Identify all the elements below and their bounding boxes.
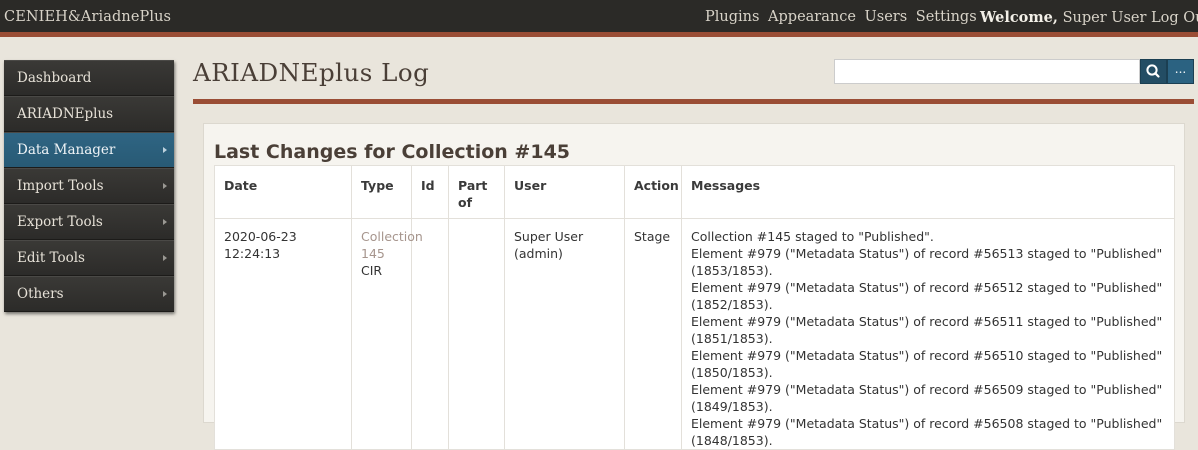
nav-users[interactable]: Users <box>865 9 908 25</box>
message-line: Element #979 ("Metadata Status") of reco… <box>691 280 1163 312</box>
column-header-user[interactable]: User <box>504 165 625 219</box>
section-title: Last Changes for Collection #145 <box>214 141 571 163</box>
column-header-id[interactable]: Id <box>411 165 449 219</box>
log-table: Date Type Id Part of User Action Message… <box>214 165 1175 450</box>
cell-action: Stage <box>624 218 682 450</box>
page-title: ARIADNEplus Log <box>193 58 430 87</box>
sidebar-item-ariadneplus-tracking[interactable]: ARIADNEplus Tracking <box>4 96 174 157</box>
message-line: Element #979 ("Metadata Status") of reco… <box>691 314 1163 346</box>
site-title[interactable]: CENIEH&AriadnePlus <box>4 9 171 25</box>
search-icon <box>1146 64 1160 78</box>
cell-user: Super User (admin) <box>504 218 625 450</box>
sidebar-item-dashboard[interactable]: Dashboard <box>4 60 174 96</box>
nav-appearance[interactable]: Appearance <box>768 9 856 25</box>
nav-settings[interactable]: Settings <box>916 9 977 25</box>
sidebar-item-label: Others <box>17 286 64 302</box>
sidebar: Dashboard ARIADNEplus Tracking Data Mana… <box>4 60 174 312</box>
chevron-right-icon <box>163 183 167 189</box>
cell-part-of <box>448 218 505 450</box>
sidebar-item-label: Import Tools <box>17 178 104 194</box>
admin-nav: Plugins Appearance Users Settings <box>705 9 981 25</box>
column-header-part-of[interactable]: Part of <box>448 165 505 219</box>
sidebar-item-data-manager[interactable]: Data Manager <box>4 132 174 168</box>
sidebar-item-label: Data Manager <box>17 142 116 158</box>
nav-plugins[interactable]: Plugins <box>705 9 759 25</box>
user-name-link[interactable]: Super User <box>1063 10 1147 26</box>
search-button[interactable] <box>1140 59 1167 84</box>
table-row: 2020-06-23 12:24:13 Collection 145 CIR S… <box>214 218 1175 450</box>
column-header-messages[interactable]: Messages <box>681 165 1175 219</box>
sidebar-item-label: Export Tools <box>17 214 103 230</box>
cell-type: Collection 145 CIR <box>351 218 423 450</box>
cell-date: 2020-06-23 12:24:13 <box>214 218 352 450</box>
message-line: Element #979 ("Metadata Status") of reco… <box>691 416 1163 448</box>
column-header-date[interactable]: Date <box>214 165 352 219</box>
chevron-right-icon <box>163 255 167 261</box>
chevron-right-icon <box>163 147 167 153</box>
sidebar-item-export-tools[interactable]: Export Tools <box>4 204 174 240</box>
sidebar-item-import-tools[interactable]: Import Tools <box>4 168 174 204</box>
sidebar-item-label: Dashboard <box>17 70 92 86</box>
welcome-label: Welcome, <box>980 9 1058 26</box>
message-line: Element #979 ("Metadata Status") of reco… <box>691 348 1163 380</box>
sidebar-item-others[interactable]: Others <box>4 276 174 312</box>
message-line: Element #979 ("Metadata Status") of reco… <box>691 382 1163 414</box>
user-area: Welcome, Super User Log Out <box>980 9 1198 26</box>
sidebar-item-label: Edit Tools <box>17 250 85 266</box>
cell-messages: Collection #145 staged to "Published". E… <box>681 218 1175 450</box>
chevron-right-icon <box>163 291 167 297</box>
logout-link[interactable]: Log Out <box>1151 10 1198 26</box>
type-code: CIR <box>361 263 383 278</box>
column-header-type[interactable]: Type <box>351 165 412 219</box>
message-line: Collection #145 staged to "Published". <box>691 229 934 244</box>
cell-id <box>411 218 449 450</box>
chevron-right-icon <box>163 219 167 225</box>
table-header-row: Date Type Id Part of User Action Message… <box>214 165 1175 219</box>
search-input[interactable] <box>834 59 1140 84</box>
sidebar-item-edit-tools[interactable]: Edit Tools <box>4 240 174 276</box>
header-divider <box>193 99 1194 104</box>
advanced-search-button[interactable]: ... <box>1167 59 1194 84</box>
top-bar: CENIEH&AriadnePlus Plugins Appearance Us… <box>0 0 1198 37</box>
column-header-action[interactable]: Action <box>624 165 682 219</box>
message-line: Element #979 ("Metadata Status") of reco… <box>691 246 1163 278</box>
